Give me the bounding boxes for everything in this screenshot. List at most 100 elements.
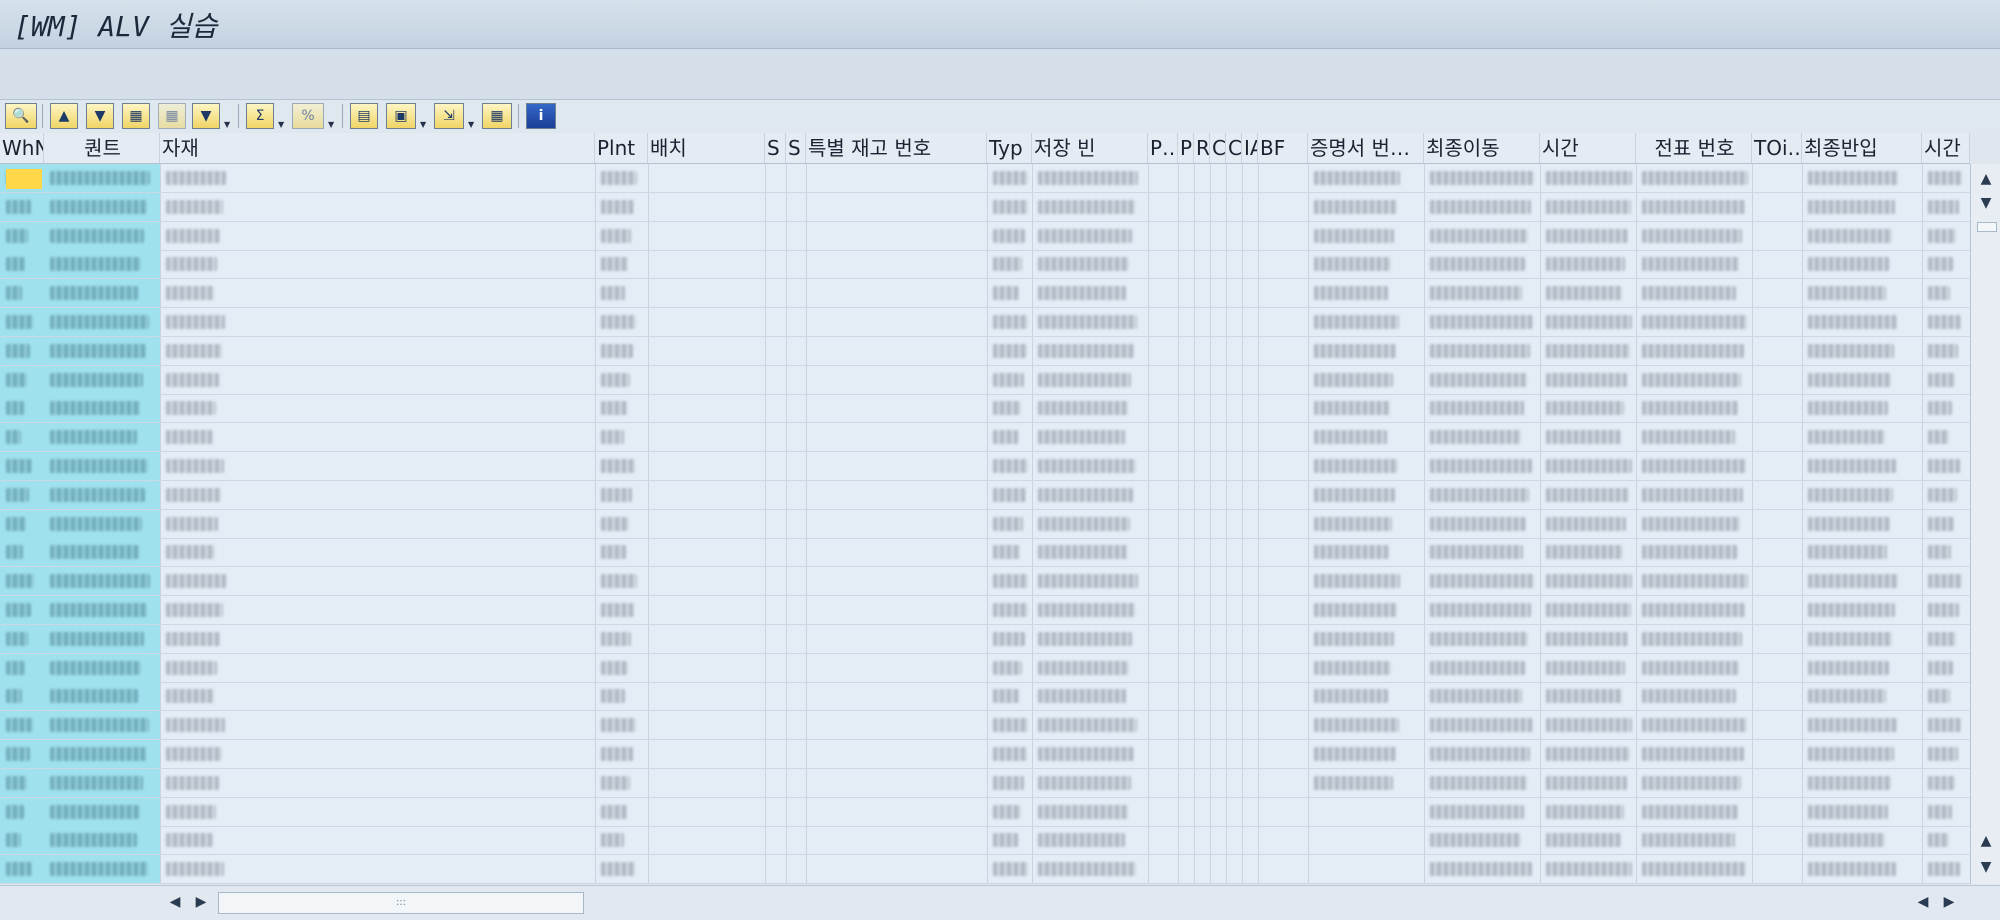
table-row[interactable] <box>0 826 1970 856</box>
page-down-icon[interactable]: ▼ <box>1975 856 1997 878</box>
table-row[interactable] <box>0 682 1970 712</box>
views-dropdown-icon[interactable]: ▼ <box>420 121 428 129</box>
redacted-cell-value <box>1546 401 1624 416</box>
subtotal-dropdown-icon[interactable]: ▼ <box>328 121 336 129</box>
column-header[interactable]: 저장 빈 <box>1032 133 1148 163</box>
selected-cell[interactable] <box>6 169 42 189</box>
vertical-scroll-thumb[interactable] <box>1977 222 1997 232</box>
column-header[interactable]: 특별 재고 번호 <box>806 133 987 163</box>
sort-ascending-button[interactable]: ▲ <box>50 103 78 129</box>
detail-button[interactable]: 🔍 <box>5 103 37 129</box>
table-row[interactable] <box>0 855 1970 884</box>
column-header[interactable]: 전표 번호 <box>1636 133 1752 163</box>
layout-button[interactable]: ▦ <box>482 103 512 129</box>
fixed-scroll-left-icon[interactable]: ◀ <box>164 891 186 913</box>
table-row[interactable] <box>0 192 1970 222</box>
table-row[interactable] <box>0 336 1970 366</box>
page-up-icon[interactable]: ▲ <box>1975 830 1997 852</box>
find-button[interactable]: ▦ <box>122 103 150 129</box>
table-row[interactable] <box>0 308 1970 337</box>
column-header[interactable]: RE <box>1194 133 1210 163</box>
scroll-down-icon[interactable]: ▼ <box>1975 192 1997 214</box>
scroll-left-icon[interactable]: ◀ <box>1912 891 1934 913</box>
column-header[interactable]: 자재 <box>160 133 595 163</box>
redacted-cell-value <box>1038 833 1125 848</box>
redacted-cell-value <box>993 631 1025 646</box>
horizontal-scrollbar[interactable]: ◀ ▶ ::: ◀ ▶ <box>0 885 2000 920</box>
layout-icon: ▦ <box>490 108 504 124</box>
export-button[interactable]: ⇲ <box>434 103 464 129</box>
column-header[interactable]: 증명서 번… <box>1308 133 1424 163</box>
table-row[interactable] <box>0 768 1970 798</box>
sum-dropdown-icon[interactable]: ▼ <box>278 121 286 129</box>
redacted-cell-value <box>1314 171 1400 185</box>
table-row[interactable] <box>0 538 1970 568</box>
redacted-cell-value <box>1038 286 1126 301</box>
scroll-up-icon[interactable]: ▲ <box>1975 168 1997 190</box>
column-header[interactable]: S <box>786 133 806 163</box>
subtotal-button[interactable]: % <box>292 103 324 129</box>
column-header[interactable]: P… <box>1148 133 1178 163</box>
table-row[interactable] <box>0 480 1970 510</box>
table-row[interactable] <box>0 653 1970 683</box>
table-row[interactable] <box>0 423 1970 453</box>
redacted-cell-value <box>1430 545 1523 560</box>
table-row[interactable] <box>0 711 1970 741</box>
vertical-scrollbar[interactable]: ▲ ▼ ▲ ▼ <box>1970 164 2000 884</box>
column-header[interactable]: TOi… <box>1752 133 1802 163</box>
column-header[interactable]: 시간 <box>1540 133 1636 163</box>
table-row[interactable] <box>0 394 1970 424</box>
redacted-cell-value <box>50 257 141 272</box>
column-header[interactable]: CF <box>1226 133 1242 163</box>
table-row[interactable] <box>0 279 1970 309</box>
filter-dropdown-icon[interactable]: ▼ <box>224 121 232 129</box>
redacted-cell-value <box>1038 747 1134 761</box>
redacted-cell-value <box>993 833 1018 848</box>
table-row[interactable] <box>0 221 1970 251</box>
column-header[interactable]: Plnt <box>595 133 648 163</box>
column-header[interactable]: S <box>765 133 786 163</box>
table-row[interactable] <box>0 452 1970 481</box>
redacted-cell-value <box>6 257 25 272</box>
find-next-button[interactable]: ▦ <box>158 103 186 129</box>
table-row[interactable] <box>0 624 1970 654</box>
scroll-right-icon[interactable]: ▶ <box>1938 891 1960 913</box>
sort-descending-button[interactable]: ▼ <box>86 103 114 129</box>
table-row[interactable] <box>0 740 1970 769</box>
redacted-cell-value <box>993 286 1019 301</box>
table-row[interactable] <box>0 567 1970 597</box>
export-dropdown-icon[interactable]: ▼ <box>468 121 476 129</box>
redacted-cell-value <box>601 574 637 589</box>
redacted-cell-value <box>1642 833 1735 848</box>
redacted-cell-value <box>1808 833 1885 848</box>
redacted-cell-value <box>1642 343 1744 358</box>
column-header[interactable]: PE <box>1178 133 1194 163</box>
column-header[interactable]: CF <box>1210 133 1226 163</box>
fixed-scroll-right-icon[interactable]: ▶ <box>190 891 212 913</box>
table-row[interactable] <box>0 250 1970 280</box>
column-header[interactable]: 배치 <box>648 133 765 163</box>
sum-button[interactable]: Σ <box>246 103 274 129</box>
column-header[interactable]: 시간 <box>1922 133 1970 163</box>
redacted-cell-value <box>166 545 215 560</box>
table-row[interactable] <box>0 797 1970 827</box>
redacted-cell-value <box>1038 199 1135 214</box>
column-header[interactable]: 최종반입 <box>1802 133 1922 163</box>
table-row[interactable] <box>0 164 1970 193</box>
column-header[interactable]: BF <box>1258 133 1308 163</box>
column-header[interactable]: IA <box>1242 133 1258 163</box>
redacted-cell-value <box>166 199 223 214</box>
filter-button[interactable]: ▼ <box>192 103 220 129</box>
table-row[interactable] <box>0 596 1970 625</box>
information-button[interactable]: i <box>526 103 556 129</box>
horizontal-scroll-thumb[interactable]: ::: <box>218 892 584 914</box>
views-button[interactable]: ▣ <box>386 103 416 129</box>
column-header[interactable]: Typ <box>987 133 1032 163</box>
column-header[interactable]: 퀀트 <box>44 133 160 163</box>
table-row[interactable] <box>0 365 1970 395</box>
redacted-cell-value <box>1314 516 1392 531</box>
print-button[interactable]: ▤ <box>350 103 378 129</box>
column-header[interactable]: 최종이동 <box>1424 133 1540 163</box>
table-row[interactable] <box>0 509 1970 539</box>
column-header[interactable]: WhN <box>0 133 44 163</box>
